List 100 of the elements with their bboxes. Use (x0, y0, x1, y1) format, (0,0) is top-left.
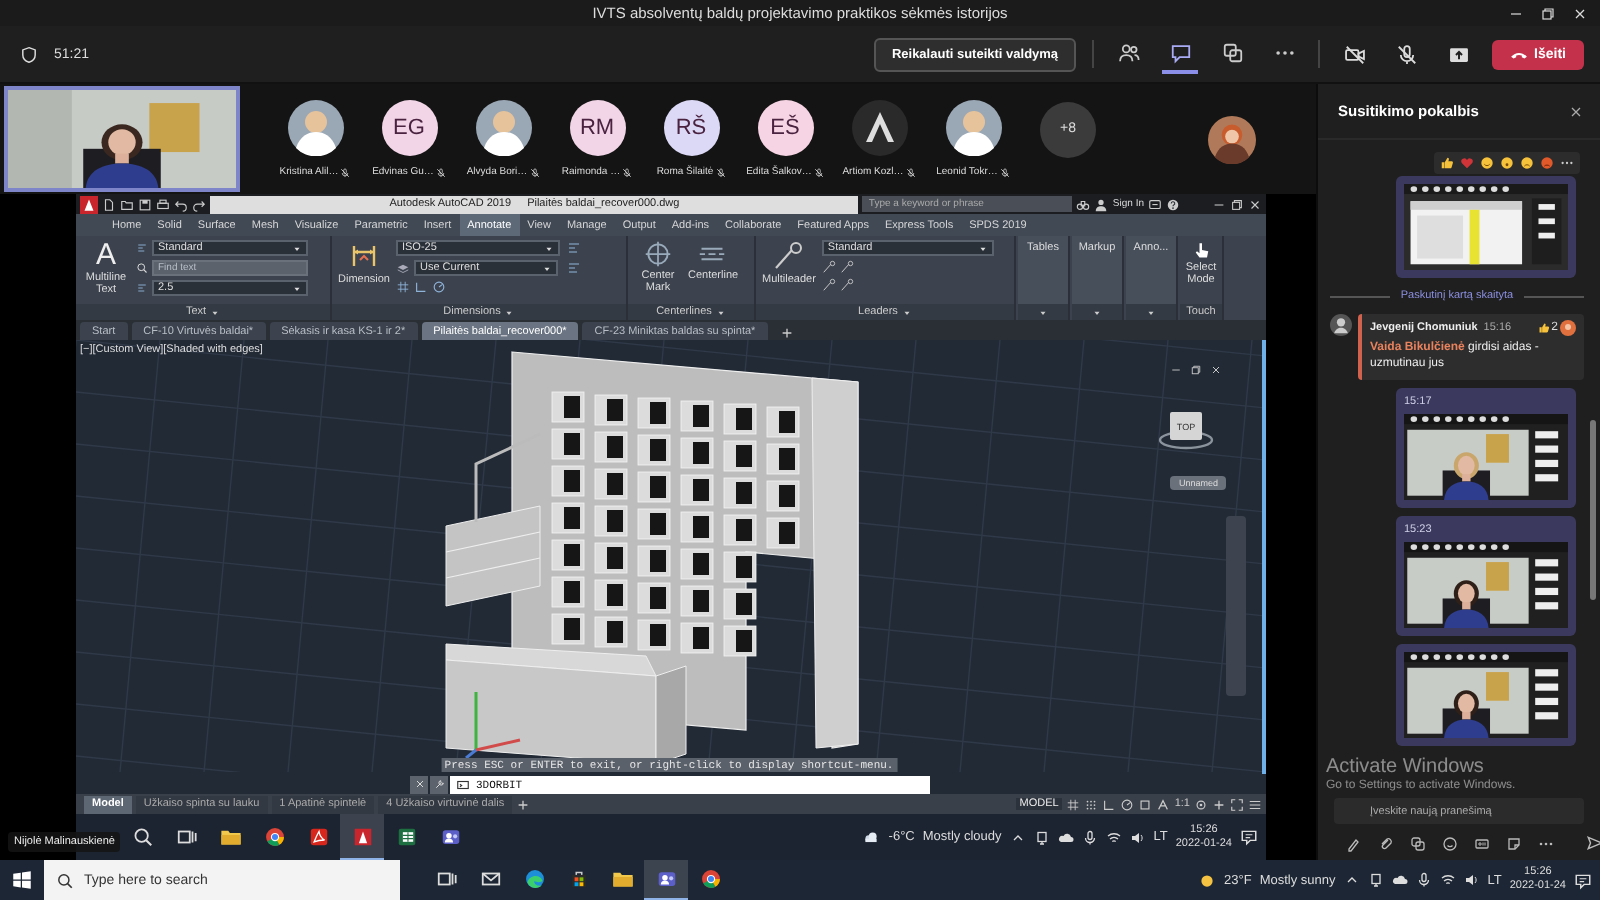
windows-logo-icon (12, 870, 32, 890)
scrollbar[interactable] (1590, 420, 1596, 600)
chrome-icon (263, 825, 285, 847)
open-folder-icon[interactable] (120, 197, 134, 211)
thumbs-up-icon (1537, 322, 1550, 334)
multileader-icon[interactable] (839, 278, 854, 292)
grid-icon[interactable] (1066, 797, 1081, 811)
avatar (945, 100, 1001, 156)
cloud-icon[interactable] (1057, 829, 1074, 845)
dimension-icon (347, 240, 380, 272)
multileader-icon[interactable] (821, 278, 836, 292)
notification-icon[interactable] (1240, 828, 1258, 846)
more-icon[interactable] (1560, 156, 1574, 170)
rooms-icon (1221, 41, 1244, 63)
taskbar-button[interactable] (340, 814, 384, 860)
avatar (287, 100, 343, 156)
send-icon[interactable] (1586, 834, 1600, 852)
sad-face-icon[interactable] (1520, 156, 1534, 170)
undo-icon[interactable] (174, 197, 188, 211)
ortho-icon[interactable] (1102, 797, 1117, 811)
grid-icon[interactable] (395, 280, 410, 294)
redo-icon[interactable] (192, 197, 206, 211)
app-logo-icon[interactable] (80, 195, 98, 213)
close-icon[interactable] (1210, 364, 1222, 376)
device-icon[interactable] (1367, 872, 1384, 888)
camera-off-icon (1343, 43, 1366, 65)
device-icon[interactable] (1033, 829, 1050, 845)
fullscreen-icon[interactable] (1230, 797, 1244, 811)
print-icon[interactable] (156, 197, 170, 211)
binoculars-icon[interactable] (1076, 197, 1091, 211)
text-tool-glyph: A (95, 240, 116, 270)
minimize-icon[interactable] (1170, 364, 1182, 376)
format-icon[interactable] (1346, 835, 1362, 851)
menu-icon[interactable] (1248, 797, 1262, 811)
multileader-icon[interactable] (839, 260, 854, 274)
pdf-icon (307, 825, 329, 847)
avatar: RŠ (663, 100, 719, 156)
sticker-icon[interactable] (1506, 835, 1522, 851)
speaker-icon[interactable] (1129, 829, 1146, 845)
caret-down-icon (292, 283, 302, 293)
smiley-icon[interactable] (1480, 156, 1494, 170)
heart-icon[interactable] (1460, 156, 1474, 170)
polar-icon[interactable] (1120, 797, 1135, 811)
annotation-scale-icon[interactable] (1156, 797, 1171, 811)
ortho-icon[interactable] (413, 280, 428, 294)
task-view-icon (175, 825, 197, 847)
thumbs-up-icon[interactable] (1440, 156, 1454, 170)
compass-ring-icon[interactable] (1158, 430, 1214, 450)
people-icon (1117, 41, 1140, 63)
caret-down-icon (977, 243, 988, 253)
wrench-icon (433, 778, 445, 790)
object-snap-icon[interactable] (1138, 797, 1153, 811)
new-file-icon[interactable] (102, 197, 116, 211)
cloud-icon[interactable] (1391, 872, 1408, 888)
plus-icon[interactable] (1212, 797, 1226, 811)
folder-icon (219, 825, 241, 847)
surprised-face-icon[interactable] (1500, 156, 1514, 170)
wifi-icon[interactable] (1439, 872, 1456, 888)
gif-icon[interactable] (1474, 835, 1490, 851)
polar-icon[interactable] (431, 280, 446, 294)
share-screen-icon (1447, 43, 1470, 65)
microphone-icon[interactable] (1415, 872, 1432, 888)
customize-button[interactable] (430, 775, 448, 793)
layer-icon[interactable] (395, 261, 410, 275)
avatar (1208, 115, 1256, 163)
speaker-icon[interactable] (1463, 872, 1480, 888)
avatar (851, 100, 907, 156)
restore-icon[interactable] (1230, 197, 1244, 211)
cad-app-icon (351, 825, 373, 847)
command-close-button[interactable] (410, 775, 428, 793)
wifi-icon[interactable] (1105, 829, 1122, 845)
avatar (1330, 314, 1352, 336)
taskbar-button[interactable] (644, 860, 688, 900)
notification-icon[interactable] (1574, 871, 1592, 889)
mail-icon (479, 868, 501, 890)
save-icon[interactable] (138, 197, 152, 211)
close-icon (413, 778, 425, 790)
search-icon (131, 825, 153, 847)
emoji-icon[interactable] (1442, 835, 1458, 851)
loop-icon[interactable] (1410, 835, 1426, 851)
restore-icon[interactable] (1190, 364, 1202, 376)
help-icon[interactable] (1166, 197, 1180, 211)
microphone-icon[interactable] (1081, 829, 1098, 845)
close-icon[interactable] (1568, 103, 1584, 119)
user-icon[interactable] (1094, 197, 1109, 211)
restore-icon[interactable] (1540, 5, 1556, 21)
caret-up-icon[interactable] (1343, 872, 1360, 888)
cloud-icon (862, 828, 881, 846)
task-view-icon (435, 868, 457, 890)
plus-icon[interactable] (516, 797, 531, 811)
shield-icon (20, 45, 38, 63)
attach-icon[interactable] (1378, 835, 1394, 851)
reaction-bar[interactable] (1434, 152, 1580, 174)
plus-icon[interactable] (779, 326, 794, 340)
multileader-icon[interactable] (821, 260, 836, 274)
close-icon[interactable] (1248, 197, 1262, 211)
search-icon[interactable] (136, 262, 148, 274)
settings-icon[interactable] (1194, 797, 1208, 811)
avatar (1560, 320, 1576, 336)
angry-face-icon[interactable] (1540, 156, 1554, 170)
